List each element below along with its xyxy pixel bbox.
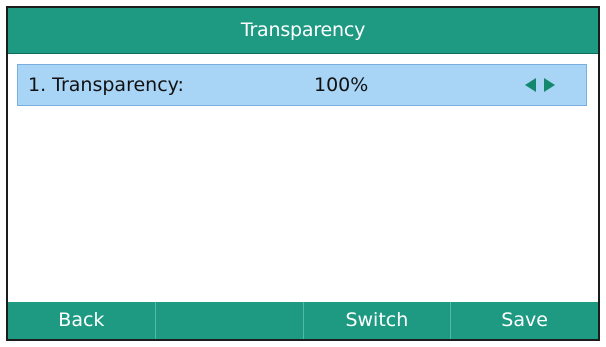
phone-screen: Transparency 1. Transparency: 100% Back … [6, 6, 600, 341]
softkey-back[interactable]: Back [8, 302, 155, 339]
softkey-save[interactable]: Save [450, 302, 598, 339]
softkey-bar: Back Switch Save [8, 302, 598, 339]
triangle-right-icon[interactable] [544, 78, 555, 92]
setting-label: 1. Transparency: [28, 74, 184, 96]
setting-row-transparency[interactable]: 1. Transparency: 100% [17, 64, 587, 106]
settings-list: 1. Transparency: 100% [8, 54, 598, 302]
setting-value: 100% [314, 74, 369, 96]
page-title: Transparency [8, 8, 598, 54]
triangle-left-icon[interactable] [525, 78, 536, 92]
softkey-switch[interactable]: Switch [302, 302, 451, 339]
softkey-empty [154, 302, 303, 339]
